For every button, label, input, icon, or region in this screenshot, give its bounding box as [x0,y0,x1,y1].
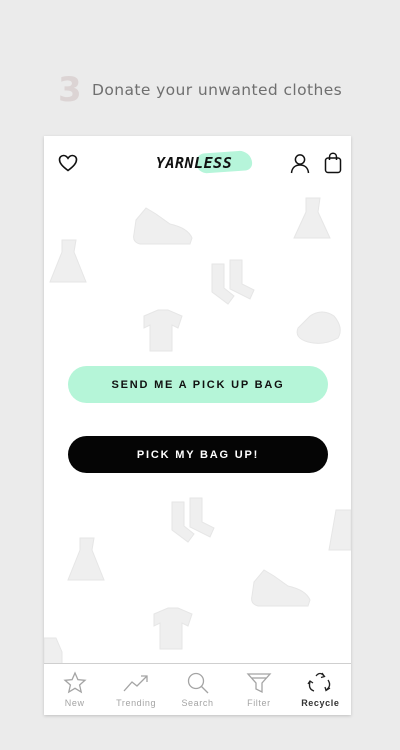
yarnless-logo[interactable]: YARNLESS [156,150,253,174]
step-number: 3 [58,70,82,110]
app-header: YARNLESS [44,136,351,190]
shopping-bag-icon[interactable] [324,152,342,179]
star-icon [63,671,87,694]
tab-search[interactable]: Search [167,664,228,715]
step-description: Donate your unwanted clothes [92,81,343,99]
step-heading: 3 Donate your unwanted clothes [58,72,342,108]
user-icon[interactable] [290,153,310,179]
phone-screen: YARNLESS SEND ME A PICK UP BAG PICK MY B… [44,136,351,715]
tab-filter[interactable]: Filter [228,664,289,715]
logo-text: YARNLESS [156,154,233,172]
clothing-doodle-background [44,197,351,664]
tab-recycle[interactable]: Recycle [290,664,351,715]
trending-icon [123,675,148,692]
heart-icon[interactable] [58,154,78,177]
tab-trending[interactable]: Trending [105,664,166,715]
search-icon [187,672,208,694]
tab-label: New [64,698,85,708]
tab-label: Filter [247,698,271,708]
tab-label: Trending [116,698,157,708]
tab-label: Search [181,698,214,708]
recycle-icon [307,672,331,692]
tab-label: Recycle [301,698,340,708]
pick-my-bag-up-button[interactable]: PICK MY BAG UP! [68,436,328,473]
bottom-tab-bar: New Trending Search Filter Recycle [44,663,351,715]
filter-icon [246,673,272,694]
send-pickup-bag-button[interactable]: SEND ME A PICK UP BAG [68,366,328,403]
tab-new[interactable]: New [44,664,105,715]
